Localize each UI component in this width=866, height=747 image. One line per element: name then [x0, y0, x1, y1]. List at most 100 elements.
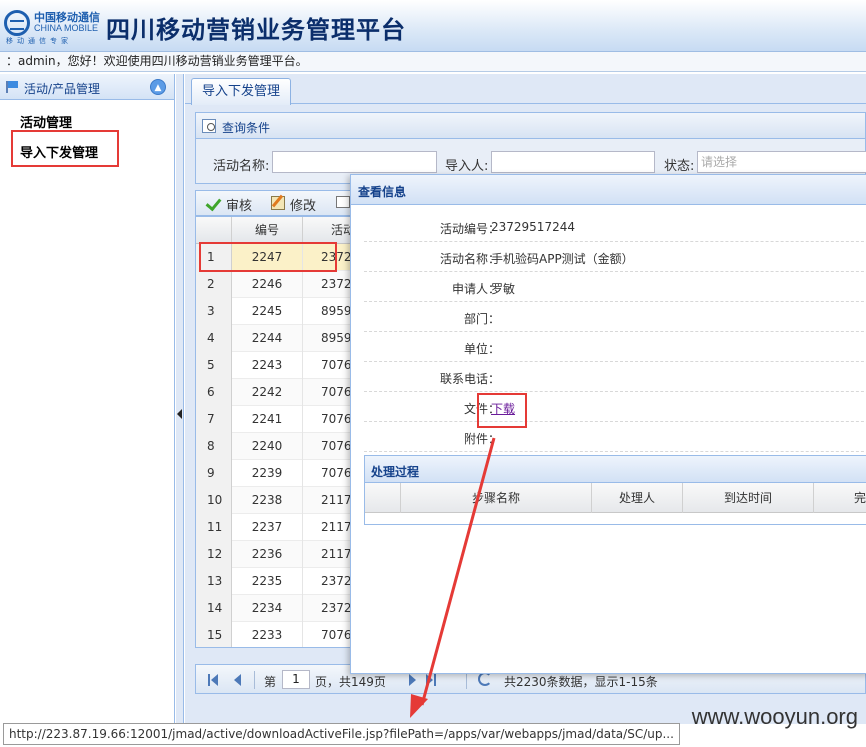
row-number-header: [196, 217, 232, 244]
cell-id: 2233: [232, 622, 303, 647]
row-number: 9: [196, 460, 232, 487]
cell-id: 2237: [232, 514, 303, 541]
row-number: 12: [196, 541, 232, 568]
column-header-step[interactable]: 步骤名称: [401, 483, 592, 513]
page-suffix: 页，共149页: [315, 675, 386, 689]
china-mobile-logo: 中国移动通信 CHINA MOBILE 移动通信专家: [4, 6, 100, 46]
info-row: 单位：: [364, 332, 866, 362]
china-mobile-logo-icon: [4, 10, 30, 36]
query-header: 查询条件: [196, 113, 865, 139]
process-title: 处理过程: [371, 465, 420, 479]
pager-summary: 共2230条数据，显示1-15条: [504, 675, 658, 689]
row-number-header: [365, 483, 401, 513]
info-label: 部门：: [463, 312, 500, 326]
row-number: 4: [196, 325, 232, 352]
info-value: 手机验码APP测试（金额）: [491, 252, 634, 266]
info-label: 单位：: [463, 342, 500, 356]
column-header-handler[interactable]: 处理人: [592, 483, 683, 513]
search-icon: [202, 119, 216, 133]
info-label: 附件：: [463, 432, 500, 446]
row-number: 15: [196, 622, 232, 647]
approve-button[interactable]: 审核: [226, 195, 252, 214]
cell-id: 2246: [232, 271, 303, 298]
info-row: 申请人： 罗敏: [364, 272, 866, 302]
info-row: 活动编号： 23729517244: [364, 212, 866, 242]
row-number: 10: [196, 487, 232, 514]
info-value: 23729517244: [491, 220, 575, 234]
process-grid-header: 步骤名称 处理人 到达时间 完: [365, 483, 866, 513]
info-label: 联系电话：: [439, 372, 500, 386]
next-page-icon[interactable]: [409, 674, 416, 686]
app-header: 中国移动通信 CHINA MOBILE 移动通信专家 四川移动营销业务管理平台: [0, 0, 866, 52]
info-value: 罗敏: [491, 282, 516, 296]
row-number: 3: [196, 298, 232, 325]
cell-id: 2239: [232, 460, 303, 487]
tab-import-dispatch[interactable]: 导入下发管理: [191, 78, 292, 105]
edit-button[interactable]: 修改: [290, 195, 316, 214]
sidebar-splitter[interactable]: [176, 74, 184, 724]
cell-id: 2236: [232, 541, 303, 568]
dialog-title: 查看信息: [358, 185, 407, 199]
collapse-left-icon[interactable]: [177, 409, 182, 419]
status-label: 状态:: [664, 159, 695, 174]
sidebar: 活动/产品管理 ▲ 活动管理 导入下发管理: [0, 74, 175, 724]
column-header-complete[interactable]: 完: [814, 483, 866, 513]
info-row: 文件： 下载: [364, 392, 866, 422]
sidebar-header: 活动/产品管理 ▲: [0, 74, 174, 100]
cell-id: 2243: [232, 352, 303, 379]
row-number: 11: [196, 514, 232, 541]
process-panel: 处理过程 步骤名称 处理人 到达时间 完: [364, 455, 866, 525]
watermark: www.wooyun.org: [691, 704, 858, 729]
sidebar-title: 活动/产品管理: [24, 82, 101, 96]
page-number-input[interactable]: 1: [282, 670, 310, 689]
cell-id: 2235: [232, 568, 303, 595]
cell-id: 2244: [232, 325, 303, 352]
chevron-up-icon[interactable]: ▲: [150, 79, 166, 95]
row-number: 5: [196, 352, 232, 379]
row-number: 6: [196, 379, 232, 406]
pager-separator: [254, 671, 255, 689]
row-number: 14: [196, 595, 232, 622]
view-info-dialog: 查看信息 活动编号： 23729517244 活动名称： 手机验码APP测试（金额）申…: [350, 174, 866, 674]
row-number: 2: [196, 271, 232, 298]
column-header-id[interactable]: 编号: [232, 217, 303, 244]
cell-id: 2241: [232, 406, 303, 433]
importer-label: 导入人:: [445, 159, 489, 174]
activity-name-input[interactable]: [272, 151, 437, 173]
status-select[interactable]: 请选择: [697, 151, 866, 173]
annotation-highlight-box: [199, 242, 337, 272]
importer-input[interactable]: [491, 151, 655, 173]
sidebar-item-activity-management[interactable]: 活动管理: [20, 112, 72, 131]
edit-icon[interactable]: [271, 196, 285, 210]
cell-id: 2242: [232, 379, 303, 406]
logo-sub-text: 移动通信专家: [6, 37, 72, 45]
cell-id: 2245: [232, 298, 303, 325]
row-number: 7: [196, 406, 232, 433]
page-prefix: 第: [264, 675, 277, 689]
cell-id: 2234: [232, 595, 303, 622]
row-number: 13: [196, 568, 232, 595]
check-icon[interactable]: [206, 196, 220, 210]
flag-icon: [6, 81, 19, 93]
tab-bar: 导入下发管理: [185, 74, 866, 105]
column-header-arrival-time[interactable]: 到达时间: [683, 483, 814, 513]
cell-id: 2238: [232, 487, 303, 514]
dialog-header: 查看信息: [351, 175, 866, 205]
row-number: 8: [196, 433, 232, 460]
query-title: 查询条件: [222, 121, 271, 135]
prev-page-icon[interactable]: [234, 674, 241, 686]
cell-id: 2240: [232, 433, 303, 460]
last-page-icon[interactable]: [426, 674, 436, 686]
info-row: 部门：: [364, 302, 866, 332]
first-page-icon[interactable]: [208, 674, 218, 686]
annotation-highlight-box: [477, 393, 527, 428]
app-title: 四川移动营销业务管理平台: [106, 16, 406, 44]
info-row: 活动名称： 手机验码APP测试（金额）: [364, 242, 866, 272]
annotation-highlight-box: [11, 130, 119, 167]
window-icon[interactable]: [336, 196, 350, 208]
info-row: 附件：: [364, 422, 866, 452]
process-header: 处理过程: [365, 456, 866, 483]
info-row: 联系电话：: [364, 362, 866, 392]
refresh-icon[interactable]: [478, 672, 492, 686]
welcome-text: ：admin，您好！欢迎使用四川移动营销业务管理平台。: [0, 52, 866, 72]
